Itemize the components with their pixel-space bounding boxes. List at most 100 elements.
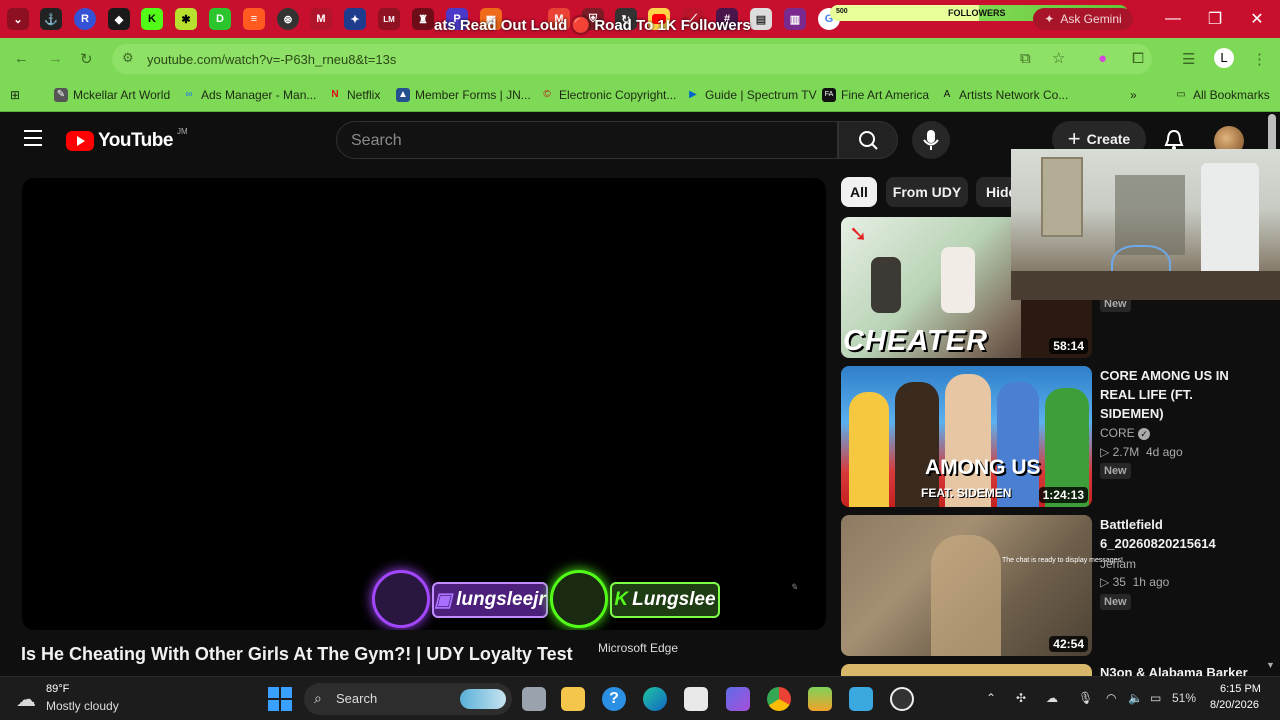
voice-search-button[interactable] (912, 121, 950, 159)
thumb-caption: AMONG US (925, 456, 1041, 479)
search-button[interactable] (838, 121, 898, 159)
verified-icon: ✓ (1138, 428, 1151, 440)
rec-title[interactable]: CORE AMONG US IN REAL LIFE (FT. SIDEMEN) (1100, 366, 1240, 423)
minimize-icon[interactable]: — (1152, 0, 1194, 38)
volume-icon[interactable]: 🔈 (1128, 691, 1143, 705)
kick-username: Lungslee (632, 589, 716, 610)
reload-icon[interactable]: ↻ (80, 50, 93, 68)
photos-icon[interactable] (849, 687, 873, 711)
cast-icon[interactable]: ⧉ (1020, 50, 1031, 67)
bookmark-spectrum[interactable]: ▶ Guide | Spectrum TV (686, 88, 816, 102)
tab-book-icon[interactable]: ▥ (784, 8, 806, 30)
tray-cloud-icon[interactable]: ☁ (1046, 691, 1058, 705)
battery-percent[interactable]: 51% (1172, 691, 1196, 705)
rec-channel[interactable]: Jeriam (1100, 557, 1136, 571)
rec-title[interactable]: Battlefield 6_20260820215614 (1100, 515, 1240, 553)
views-icon: ▷ (1100, 445, 1110, 459)
rec-thumbnail-2[interactable]: AMONG US FEAT. SIDEMEN 1:24:13 (841, 366, 1092, 507)
tab-lm-icon[interactable]: LM (378, 8, 400, 30)
forward-icon[interactable]: → (48, 50, 63, 67)
tab-d-icon[interactable]: D (209, 8, 231, 30)
bookmark-artists-network[interactable]: A Artists Network Co... (940, 88, 1069, 102)
clock-time[interactable]: 6:15 PM (1220, 683, 1261, 695)
close-icon[interactable]: ✕ (1236, 0, 1278, 38)
rec-thumbnail-4[interactable] (841, 664, 1092, 676)
taskbar-search[interactable]: ⌕ Search (304, 683, 512, 715)
help-icon[interactable]: ? (602, 687, 626, 711)
restore-icon[interactable]: ❐ (1194, 0, 1236, 38)
page-scrollbar[interactable] (1268, 114, 1276, 152)
artists-icon: A (943, 89, 951, 100)
reading-list-icon[interactable]: ☰ (1182, 50, 1195, 68)
edge-icon[interactable] (643, 687, 667, 711)
address-url[interactable]: youtube.com/watch?v=-P63h_rneu8&t=13s (147, 52, 396, 67)
rec-thumbnail-3[interactable]: 42:54 (841, 515, 1092, 656)
scroll-down-icon[interactable]: ▼ (1266, 660, 1275, 670)
tab-m-icon[interactable]: M (310, 8, 332, 30)
rec-title[interactable]: N3on & Alabama Barker (1100, 664, 1260, 676)
bluestacks-icon[interactable] (808, 687, 832, 711)
all-bookmarks-label: All Bookmarks (1193, 88, 1270, 102)
address-bar[interactable]: ⚙ youtube.com/watch?v=-P63h_rneu8&t=13s … (112, 44, 1152, 74)
file-explorer-icon[interactable] (561, 687, 585, 711)
store-icon[interactable] (684, 687, 708, 711)
tray-mic-icon[interactable]: 🎙 (1078, 691, 1093, 705)
tab-diamond-icon[interactable]: ◆ (108, 8, 130, 30)
extensions-icon[interactable]: ⧠ (1132, 50, 1144, 67)
copilot-icon[interactable] (726, 687, 750, 711)
youtube-logo[interactable]: YouTube JM (66, 127, 188, 152)
tab-doc-icon[interactable]: ▤ (750, 8, 772, 30)
weather-condition[interactable]: Mostly cloudy (46, 699, 119, 713)
ask-gemini-button[interactable]: ✦ Ask Gemini (1033, 8, 1133, 30)
wifi-icon[interactable]: ◠ (1106, 691, 1116, 705)
tab-grid-icon[interactable]: ✱ (175, 8, 197, 30)
tab-figure-icon[interactable]: ♜ (412, 8, 434, 30)
bookmarks-overflow-icon[interactable]: » (1130, 88, 1137, 102)
site-info-icon[interactable]: ⚙ (122, 50, 134, 66)
profile-avatar-icon[interactable]: L (1214, 48, 1234, 68)
upload-age: 4d ago (1145, 445, 1183, 459)
search-icon: ⌕ (314, 690, 322, 706)
hamburger-menu-icon[interactable] (24, 130, 42, 146)
chrome-icon[interactable] (767, 687, 791, 711)
start-windows-icon[interactable] (268, 687, 292, 711)
task-view-icon[interactable] (522, 687, 546, 711)
tab-openai-icon[interactable]: ⊛ (277, 8, 299, 30)
rec-channel[interactable]: CORE ✓ (1100, 426, 1151, 440)
video-player[interactable]: ▣ lungsleejr K Lungslee ✎ (22, 178, 826, 630)
bookmark-ads-manager[interactable]: ∞ Ads Manager - Man... (182, 88, 316, 102)
tab-stack-icon[interactable]: ≡ (243, 8, 265, 30)
bookmark-mckellar[interactable]: ✎ Mckellar Art World (54, 88, 170, 102)
rec-stats: ▷ 35 1h ago (1100, 575, 1169, 589)
obs-icon[interactable] (890, 687, 914, 711)
back-icon[interactable]: ← (14, 50, 29, 67)
chip-hidden[interactable]: Hidde (976, 177, 1016, 207)
search-highlight-icon (460, 689, 506, 709)
webcam-overlay (1011, 149, 1280, 300)
youtube-search-input[interactable]: Search (336, 121, 838, 159)
tab-r-icon[interactable]: R (74, 8, 96, 30)
all-bookmarks-button[interactable]: ▭ All Bookmarks (1174, 88, 1270, 102)
extension-record-icon[interactable]: ● (1098, 50, 1107, 67)
chip-all[interactable]: All (841, 177, 877, 207)
bookmark-copyright[interactable]: © Electronic Copyright... (540, 88, 676, 102)
tab-search-chevron-icon[interactable]: ⌄ (7, 8, 29, 30)
weather-temp[interactable]: 89°F (46, 683, 69, 695)
folder-icon: ▭ (1176, 89, 1186, 100)
views-icon: ▷ (1100, 575, 1110, 589)
tab-kick-icon[interactable]: K (141, 8, 163, 30)
bookmark-netflix[interactable]: N Netflix (328, 88, 380, 102)
bookmark-member-forms[interactable]: ▲ Member Forms | JN... (396, 88, 531, 102)
bookmark-star-icon[interactable]: ☆ (1052, 49, 1065, 67)
tray-app-icon[interactable]: ✣ (1016, 691, 1026, 705)
battery-icon[interactable]: ▭ (1150, 691, 1161, 705)
tray-overflow-icon[interactable]: ⌃ (986, 691, 996, 705)
tab-star-icon[interactable]: ✦ (344, 8, 366, 30)
apps-grid-icon[interactable]: ⊞ (10, 88, 20, 102)
chip-from-udy[interactable]: From UDY (886, 177, 968, 207)
clock-date[interactable]: 8/20/2026 (1210, 699, 1259, 711)
weather-cloud-icon[interactable]: ☁ (16, 687, 36, 712)
browser-menu-icon[interactable]: ⋮ (1252, 50, 1267, 68)
tab-anchor-icon[interactable]: ⚓ (40, 8, 62, 30)
bookmark-fine-art[interactable]: FA Fine Art America (822, 88, 929, 102)
